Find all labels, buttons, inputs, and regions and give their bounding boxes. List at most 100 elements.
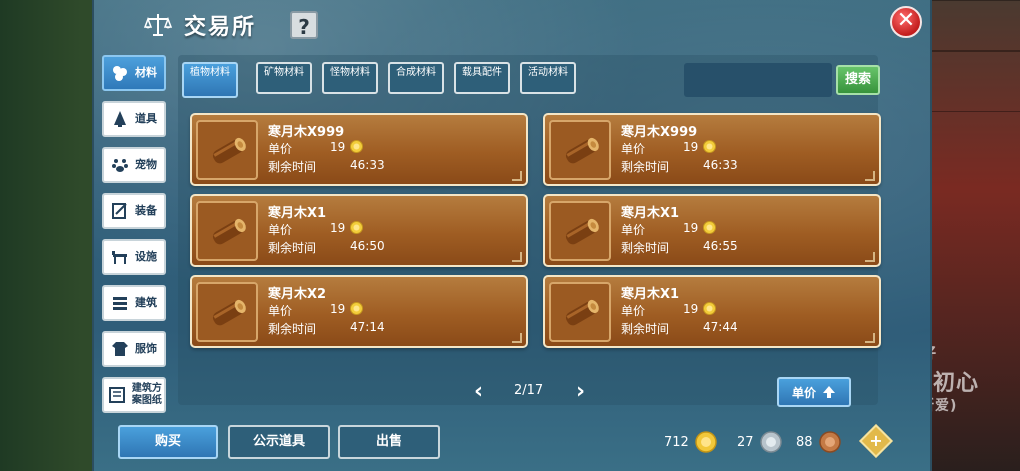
tab-vehicle-parts[interactable]: 载具配件 bbox=[454, 62, 510, 94]
sidebar-item-blueprints[interactable]: 建筑方案图纸 bbox=[102, 377, 166, 413]
plus-icon: + bbox=[869, 431, 883, 450]
sidebar-item-facilities[interactable]: 设施 bbox=[102, 239, 166, 275]
buy-button[interactable]: 购买 bbox=[118, 425, 218, 459]
sort-label: 单价 bbox=[791, 385, 816, 400]
search-input[interactable] bbox=[684, 63, 832, 97]
corner-decoration bbox=[512, 252, 522, 262]
item-name: 寒月木X999 bbox=[268, 125, 345, 140]
sidebar-item-label: 宠物 bbox=[135, 158, 157, 171]
item-frame bbox=[196, 120, 258, 180]
time-label: 剩余时间 bbox=[268, 241, 317, 255]
scale-icon bbox=[144, 14, 172, 36]
tab-monster-materials[interactable]: 怪物材料 bbox=[322, 62, 378, 94]
gold-balance: 712 bbox=[664, 429, 717, 455]
building-icon bbox=[110, 293, 130, 313]
item-frame bbox=[196, 282, 258, 342]
silver-amount: 27 bbox=[737, 434, 754, 450]
copper-amount: 88 bbox=[796, 434, 813, 450]
tab-event-materials[interactable]: 活动材料 bbox=[520, 62, 576, 94]
gold-coin-icon bbox=[703, 221, 716, 234]
sidebar-item-buildings[interactable]: 建筑 bbox=[102, 285, 166, 321]
wood-log-icon bbox=[212, 299, 246, 326]
search-button[interactable]: 搜索 bbox=[836, 65, 880, 95]
sidebar-item-label: 设施 bbox=[135, 250, 157, 263]
gold-coin-icon bbox=[695, 431, 717, 453]
item-frame bbox=[549, 282, 611, 342]
prev-page-button[interactable]: ‹ bbox=[474, 381, 488, 403]
item-price: 19 bbox=[683, 140, 699, 154]
listing-card[interactable]: 寒月木X1 单价 19 剩余时间 47:44 bbox=[543, 275, 881, 348]
tab-plant-materials[interactable]: 植物材料 bbox=[182, 62, 238, 98]
add-currency-button[interactable]: + bbox=[859, 424, 893, 458]
sort-up-icon bbox=[823, 386, 835, 398]
item-price: 19 bbox=[330, 140, 346, 154]
listing-card[interactable]: 寒月木X999 单价 19 剩余时间 46:33 bbox=[190, 113, 528, 186]
corner-decoration bbox=[512, 333, 522, 343]
price-label: 单价 bbox=[268, 304, 293, 318]
item-frame bbox=[196, 201, 258, 261]
time-remaining: 47:14 bbox=[350, 320, 385, 334]
equipment-icon bbox=[110, 201, 130, 221]
sidebar-item-clothing[interactable]: 服饰 bbox=[102, 331, 166, 367]
tab-crafting-materials[interactable]: 合成材料 bbox=[388, 62, 444, 94]
sidebar-item-label: 道具 bbox=[135, 112, 157, 125]
time-remaining: 46:55 bbox=[703, 239, 738, 253]
gold-coin-icon bbox=[350, 302, 363, 315]
copper-coin-icon bbox=[818, 431, 841, 453]
sell-button[interactable]: 出售 bbox=[338, 425, 440, 459]
gold-coin-icon bbox=[350, 140, 363, 153]
item-price: 19 bbox=[330, 221, 346, 235]
item-name: 寒月木X2 bbox=[268, 287, 327, 302]
tab-mineral-materials[interactable]: 矿物材料 bbox=[256, 62, 312, 94]
price-label: 单价 bbox=[621, 223, 646, 237]
time-remaining: 46:33 bbox=[350, 158, 385, 172]
listing-card[interactable]: 寒月木X1 单价 19 剩余时间 46:50 bbox=[190, 194, 528, 267]
clothing-icon bbox=[110, 339, 130, 359]
sidebar-item-label: 材料 bbox=[135, 66, 157, 79]
listing-card[interactable]: 寒月木X2 单价 19 剩余时间 47:14 bbox=[190, 275, 528, 348]
sidebar-item-label: 建筑 bbox=[135, 296, 157, 309]
corner-decoration bbox=[512, 171, 522, 181]
public-items-button[interactable]: 公示道具 bbox=[228, 425, 330, 459]
silver-coin-icon bbox=[759, 431, 782, 453]
price-label: 单价 bbox=[621, 142, 646, 156]
sidebar-item-props[interactable]: 道具 bbox=[102, 101, 166, 137]
corner-decoration bbox=[865, 252, 875, 262]
item-name: 寒月木X1 bbox=[621, 206, 680, 221]
listing-card[interactable]: 寒月木X999 单价 19 剩余时间 46:33 bbox=[543, 113, 881, 186]
next-page-button[interactable]: › bbox=[576, 381, 590, 403]
gold-coin-icon bbox=[703, 140, 716, 153]
wood-log-icon bbox=[212, 137, 246, 164]
time-label: 剩余时间 bbox=[268, 322, 317, 336]
price-label: 单价 bbox=[268, 142, 293, 156]
close-button[interactable]: ✕ bbox=[890, 6, 922, 38]
pet-icon bbox=[110, 155, 130, 175]
gold-amount: 712 bbox=[664, 434, 689, 450]
sidebar-item-materials[interactable]: 材料 bbox=[102, 55, 166, 91]
item-price: 19 bbox=[683, 221, 699, 235]
time-remaining: 46:33 bbox=[703, 158, 738, 172]
item-frame bbox=[549, 120, 611, 180]
sidebar-item-label: 装备 bbox=[135, 204, 157, 217]
wood-log-icon bbox=[565, 299, 599, 326]
facility-icon bbox=[110, 247, 130, 267]
time-remaining: 47:44 bbox=[703, 320, 738, 334]
item-name: 寒月木X999 bbox=[621, 125, 698, 140]
help-button[interactable]: ? bbox=[290, 11, 318, 39]
sidebar-item-label: 服饰 bbox=[135, 342, 157, 355]
sort-by-price-button[interactable]: 单价 bbox=[777, 377, 851, 407]
time-label: 剩余时间 bbox=[621, 322, 670, 336]
time-label: 剩余时间 bbox=[621, 160, 670, 174]
props-icon bbox=[110, 109, 130, 129]
item-name: 寒月木X1 bbox=[621, 287, 680, 302]
wood-log-icon bbox=[565, 218, 599, 245]
gold-coin-icon bbox=[703, 302, 716, 315]
wood-log-icon bbox=[565, 137, 599, 164]
silver-balance: 27 bbox=[737, 429, 782, 455]
listing-card[interactable]: 寒月木X1 单价 19 剩余时间 46:55 bbox=[543, 194, 881, 267]
sidebar-item-equipment[interactable]: 装备 bbox=[102, 193, 166, 229]
price-label: 单价 bbox=[268, 223, 293, 237]
item-frame bbox=[549, 201, 611, 261]
item-price: 19 bbox=[330, 302, 346, 316]
sidebar-item-pets[interactable]: 宠物 bbox=[102, 147, 166, 183]
